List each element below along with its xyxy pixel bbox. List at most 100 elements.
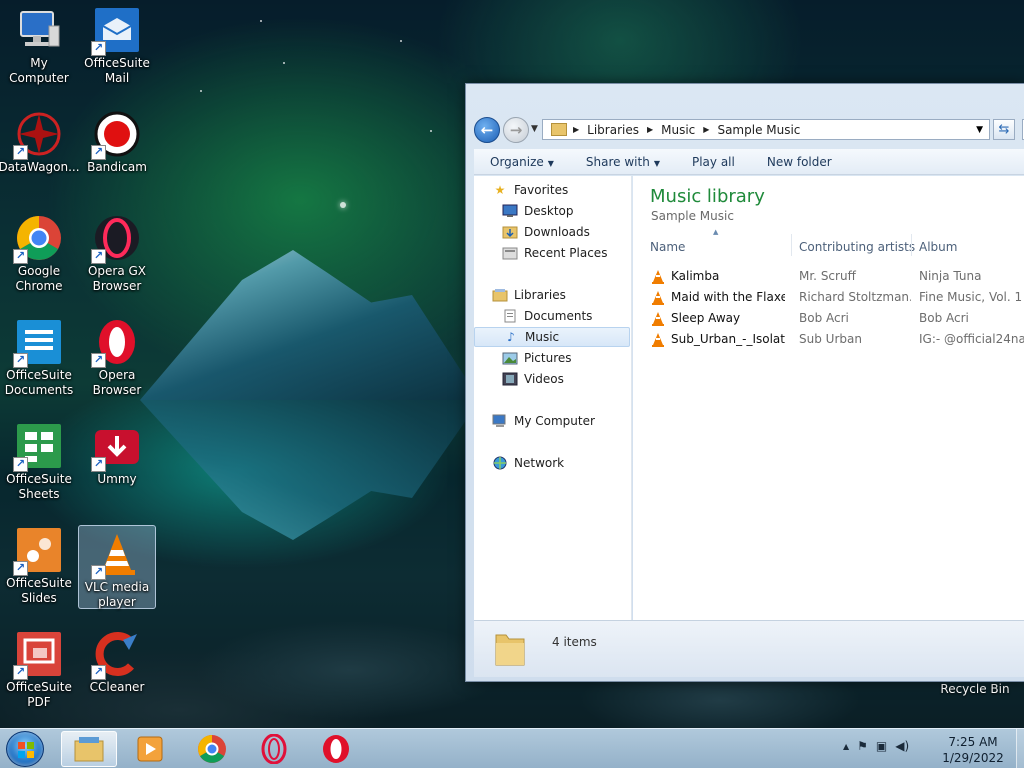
command-bar: Organize ▼ Share with ▼ Play all New folde… [474, 149, 1024, 175]
file-row[interactable]: Sub_Urban_-_Isolate Sub Urban IG:- @offi… [633, 329, 1024, 350]
desktop-icon-officesuite-pdf[interactable]: ↗ OfficeSuite PDF [0, 626, 78, 710]
opera-gx-icon: ↗ [91, 214, 141, 264]
desktop-icon-officesuite-mail[interactable]: ↗ OfficeSuite Mail [78, 2, 156, 86]
breadcrumb-libraries[interactable]: Libraries [587, 123, 639, 137]
chevron-down-icon: ▼ [547, 158, 554, 168]
file-name: Sleep Away [671, 311, 741, 325]
desktop-icon-officesuite-slides[interactable]: ↗ OfficeSuite Slides [0, 522, 78, 606]
music-note-icon: ♪ [507, 330, 515, 344]
nav-my-computer[interactable]: My Computer [492, 411, 595, 431]
column-header-contributing-artists[interactable]: Contributing artists [799, 236, 915, 258]
desktop-icon-ccleaner[interactable]: ↗ CCleaner [78, 626, 156, 710]
network-status-icon[interactable]: ▣ [876, 739, 887, 753]
desktop-icon [502, 203, 518, 219]
wallpaper-star [400, 40, 402, 42]
explorer-window[interactable]: ← → ▼ ▶ Libraries ▶ Music ▶ Sample Music… [465, 83, 1024, 682]
nav-videos[interactable]: Videos [502, 369, 564, 389]
nav-pictures[interactable]: Pictures [502, 348, 572, 368]
chrome-icon [198, 735, 226, 763]
desktop-icon-label: Mail [104, 71, 130, 85]
desktop-icon-opera-browser[interactable]: ↗ Opera Browser [78, 314, 156, 398]
nav-label: Desktop [524, 204, 574, 218]
vlc-icon: ↗ [91, 530, 141, 580]
back-arrow-icon: ← [480, 121, 494, 139]
nav-label: My Computer [514, 414, 595, 428]
column-header-name[interactable]: Name [650, 236, 685, 258]
desktop-icon-label: OfficeSuite [84, 56, 150, 70]
breadcrumb-music[interactable]: Music [661, 123, 695, 137]
new-folder-button[interactable]: New folder [751, 155, 848, 169]
clock-time: 7:25 AM [948, 735, 998, 749]
desktop-icon-label: Documents [4, 383, 74, 397]
desktop-icon-label: OfficeSuite [6, 680, 72, 694]
breadcrumb-chevron-icon[interactable]: ▶ [573, 125, 579, 134]
address-box[interactable]: ▶ Libraries ▶ Music ▶ Sample Music ▼ [542, 119, 990, 140]
shortcut-arrow-icon: ↗ [13, 353, 28, 368]
recent-pages-dropdown-icon[interactable]: ▼ [531, 124, 538, 134]
share-with-button[interactable]: Share with ▼ [570, 155, 676, 169]
item-count: 4 items [552, 635, 597, 649]
desktop-icon-recycle-bin[interactable]: Recycle Bin [934, 682, 1016, 696]
breadcrumb-chevron-icon[interactable]: ▶ [647, 125, 653, 134]
chrome-icon: ↗ [13, 214, 63, 264]
column-divider[interactable] [791, 234, 792, 256]
taskbar: ▲ ⚑ ▣ ◀) 7:25 AM 1/29/2022 [0, 728, 1024, 768]
refresh-button[interactable]: ⇆ [993, 119, 1015, 140]
taskbar-explorer-button[interactable] [61, 731, 117, 767]
shortcut-arrow-icon: ↗ [13, 561, 28, 576]
shortcut-arrow-icon: ↗ [91, 353, 106, 368]
forward-button[interactable]: → [503, 117, 529, 143]
column-divider[interactable] [911, 234, 912, 256]
nav-music[interactable]: ♪ Music [474, 327, 630, 347]
file-row[interactable]: Maid with the Flaxe... Richard Stoltzman… [633, 287, 1024, 308]
taskbar-opera-gx-button[interactable] [246, 731, 302, 767]
desktop-icon-vlc-media-player[interactable]: ↗ VLC media player [78, 525, 156, 609]
shortcut-arrow-icon: ↗ [91, 41, 106, 56]
back-button[interactable]: ← [474, 117, 500, 143]
file-album: Ninja Tuna [919, 269, 982, 283]
clock[interactable]: 7:25 AM 1/29/2022 [928, 734, 1018, 766]
desktop-icon-google-chrome[interactable]: ↗ Google Chrome [0, 210, 78, 294]
desktop-icon-officesuite-sheets[interactable]: ↗ OfficeSuite Sheets [0, 418, 78, 502]
desktop-icon-label: Google [17, 264, 61, 278]
desktop-icon-officesuite-documents[interactable]: ↗ OfficeSuite Documents [0, 314, 78, 398]
nav-recent-places[interactable]: Recent Places [502, 243, 607, 263]
column-header-album[interactable]: Album [919, 236, 957, 258]
taskbar-media-player-button[interactable] [122, 731, 178, 767]
desktop-icon-datawagon[interactable]: ↗ DataWagon... [0, 106, 80, 190]
volume-icon[interactable]: ◀) [895, 739, 909, 753]
nav-downloads[interactable]: Downloads [502, 222, 590, 242]
desktop-icon-bandicam[interactable]: ↗ Bandicam [78, 106, 156, 190]
nav-network[interactable]: Network [492, 453, 564, 473]
show-desktop-button[interactable] [1016, 729, 1024, 768]
taskbar-opera-button[interactable] [308, 731, 364, 767]
file-row[interactable]: Kalimba Mr. Scruff Ninja Tuna [633, 266, 1024, 287]
nav-desktop[interactable]: Desktop [502, 201, 574, 221]
file-row[interactable]: Sleep Away Bob Acri Bob Acri [633, 308, 1024, 329]
downloads-folder-icon [502, 224, 518, 240]
folder-icon [551, 123, 567, 136]
start-button[interactable] [6, 731, 44, 767]
vlc-file-icon [652, 333, 664, 347]
desktop-icon-label: CCleaner [89, 680, 145, 694]
breadcrumb-chevron-icon[interactable]: ▶ [703, 125, 709, 134]
desktop-icon-label: Opera GX [87, 264, 147, 278]
file-name: Kalimba [671, 269, 720, 283]
nav-favorites[interactable]: ★ Favorites [492, 180, 569, 200]
show-hidden-icons-button[interactable]: ▲ [843, 742, 849, 751]
nav-documents[interactable]: Documents [502, 306, 592, 326]
breadcrumb-sample-music[interactable]: Sample Music [717, 123, 800, 137]
nav-libraries[interactable]: Libraries [492, 285, 566, 305]
organize-button[interactable]: Organize ▼ [474, 155, 570, 169]
play-all-button[interactable]: Play all [676, 155, 751, 169]
desktop-icon-my-computer[interactable]: My Computer [0, 2, 78, 86]
taskbar-chrome-button[interactable] [184, 731, 240, 767]
mail-icon: ↗ [91, 6, 141, 56]
desktop-icon-opera-gx[interactable]: ↗ Opera GX Browser [78, 210, 156, 294]
ccleaner-icon: ↗ [91, 630, 141, 680]
action-center-flag-icon[interactable]: ⚑ [857, 739, 868, 753]
address-dropdown-icon[interactable]: ▼ [976, 125, 983, 135]
desktop-icon-label: Bandicam [87, 160, 147, 174]
desktop-icon-ummy[interactable]: ↗ Ummy [78, 418, 156, 502]
wallpaper-star [200, 90, 202, 92]
